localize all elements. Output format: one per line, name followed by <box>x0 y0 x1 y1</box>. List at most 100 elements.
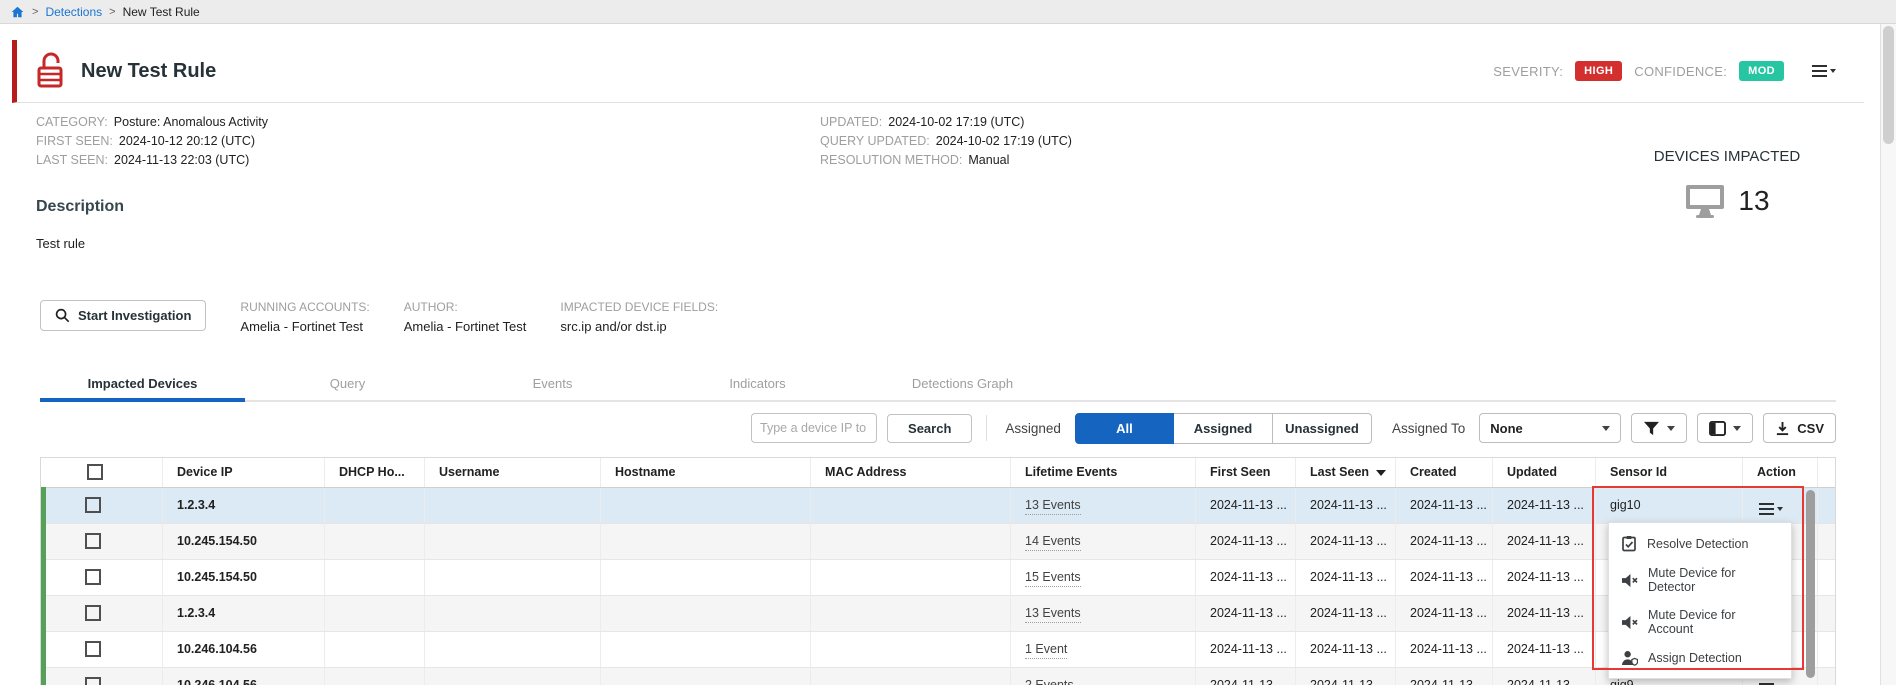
column-header-sensor-id[interactable]: Sensor Id <box>1596 458 1743 487</box>
device-ip-cell: 10.245.154.50 <box>163 523 325 559</box>
lifetime-events-link[interactable]: 13 Events <box>1025 498 1081 515</box>
confidence-badge: MOD <box>1739 61 1784 81</box>
column-header-dhcp-ho[interactable]: DHCP Ho... <box>325 458 425 487</box>
filter-button[interactable] <box>1631 413 1687 443</box>
segment-assigned[interactable]: Assigned <box>1174 413 1273 444</box>
device-ip-cell: 1.2.3.4 <box>163 487 325 523</box>
column-header-last-seen[interactable]: Last Seen <box>1296 458 1396 487</box>
segment-all[interactable]: All <box>1075 413 1174 444</box>
table-row: 10.245.154.5015 Events2024-11-13 ...2024… <box>44 559 1837 595</box>
lifetime-events-link[interactable]: 1 Event <box>1025 642 1067 659</box>
column-header-first-seen[interactable]: First Seen <box>1196 458 1296 487</box>
lifetime-events-link[interactable]: 14 Events <box>1025 534 1081 551</box>
column-header-created[interactable]: Created <box>1396 458 1493 487</box>
segment-unassigned[interactable]: Unassigned <box>1273 413 1372 444</box>
lifetime-events-cell: 15 Events <box>1011 559 1196 595</box>
meta-label: QUERY UPDATED: <box>820 134 930 148</box>
investigation-field: AUTHOR:Amelia - Fortinet Test <box>404 300 527 334</box>
open-lock-icon <box>35 52 65 90</box>
cell-first-seen: 2024-11-13 ... <box>1196 487 1296 523</box>
assigned-label: Assigned <box>1005 421 1061 436</box>
column-header-mac-address[interactable]: MAC Address <box>811 458 1011 487</box>
row-checkbox[interactable] <box>85 641 101 657</box>
menu-item-mute-device-for-account[interactable]: Mute Device for Account <box>1609 601 1791 643</box>
cell-username <box>425 523 601 559</box>
meta-label: LAST SEEN: <box>36 153 108 167</box>
meta-left: CATEGORY:Posture: Anomalous ActivityFIRS… <box>36 113 268 170</box>
meta-row: UPDATED:2024-10-02 17:19 (UTC) <box>820 113 1072 132</box>
page-scrollbar-thumb[interactable] <box>1883 26 1894 144</box>
csv-button[interactable]: CSV <box>1763 413 1836 443</box>
columns-button[interactable] <box>1697 413 1753 443</box>
cell-first-seen: 2024-11-13 ... <box>1196 631 1296 667</box>
table-row: 10.246.104.561 Event2024-11-13 ...2024-1… <box>44 631 1837 667</box>
lifetime-events-cell: 2 Events <box>1011 667 1196 685</box>
cell-first-seen: 2024-11-13 ... <box>1196 523 1296 559</box>
detection-menu-button[interactable] <box>1810 63 1838 79</box>
search-input[interactable] <box>751 413 877 443</box>
chevron-down-icon <box>1733 426 1741 431</box>
table-scrollbar-thumb[interactable] <box>1806 490 1815 678</box>
cell-last-seen: 2024-11-13 ... <box>1296 523 1396 559</box>
devices-impacted-label: DEVICES IMPACTED <box>1612 148 1842 165</box>
tab-query[interactable]: Query <box>245 368 450 402</box>
lifetime-events-link[interactable]: 15 Events <box>1025 570 1081 587</box>
column-header-hostname[interactable]: Hostname <box>601 458 811 487</box>
meta-right: UPDATED:2024-10-02 17:19 (UTC) QUERY UPDA… <box>820 113 1072 170</box>
row-action-menu-button[interactable] <box>1757 501 1785 517</box>
tab-indicators[interactable]: Indicators <box>655 368 860 402</box>
start-investigation-label: Start Investigation <box>78 308 191 323</box>
tab-events[interactable]: Events <box>450 368 655 402</box>
cell-last-seen: 2024-11-13 ... <box>1296 631 1396 667</box>
column-header-spacer <box>1818 458 1837 487</box>
cell-username <box>425 559 601 595</box>
row-checkbox[interactable] <box>85 569 101 585</box>
column-header-action[interactable]: Action <box>1743 458 1818 487</box>
severity-label: SEVERITY: <box>1493 64 1563 79</box>
severity-badge: HIGH <box>1575 61 1622 81</box>
cell-mac <box>811 523 1011 559</box>
monitor-icon <box>1684 183 1726 219</box>
detection-header: New Test Rule SEVERITY: HIGH CONFIDENCE:… <box>12 40 1864 103</box>
row-checkbox[interactable] <box>85 605 101 621</box>
meta-value: Posture: Anomalous Activity <box>114 115 268 129</box>
menu-item-label: Mute Device for Detector <box>1648 566 1779 594</box>
select-all-checkbox[interactable] <box>87 464 103 480</box>
page-scrollbar[interactable] <box>1880 24 1896 685</box>
menu-item-assign-detection[interactable]: Assign Detection <box>1609 643 1791 673</box>
chevron-down-icon <box>1667 426 1675 431</box>
cell-hostname <box>601 631 811 667</box>
lifetime-events-link[interactable]: 13 Events <box>1025 606 1081 623</box>
breadcrumb-item-detections[interactable]: Detections <box>45 5 102 19</box>
description-heading: Description <box>36 198 124 216</box>
meta-row: FIRST SEEN:2024-10-12 20:12 (UTC) <box>36 132 268 151</box>
row-checkbox[interactable] <box>85 497 101 513</box>
row-action-menu-button[interactable] <box>1757 681 1785 685</box>
column-header-updated[interactable]: Updated <box>1493 458 1596 487</box>
column-header-device-ip[interactable]: Device IP <box>163 458 325 487</box>
assigned-to-select[interactable]: None <box>1479 413 1621 443</box>
spacer-cell <box>1818 631 1837 667</box>
chevron-down-icon <box>1777 507 1783 511</box>
row-select-cell <box>44 667 163 685</box>
confidence-label: CONFIDENCE: <box>1634 64 1727 79</box>
meta-value: 2024-11-13 22:03 (UTC) <box>114 153 249 167</box>
lifetime-events-link[interactable]: 2 Events <box>1025 678 1074 685</box>
row-checkbox[interactable] <box>85 677 101 685</box>
column-header-username[interactable]: Username <box>425 458 601 487</box>
cell-username <box>425 631 601 667</box>
menu-item-resolve-detection[interactable]: Resolve Detection <box>1609 528 1791 559</box>
cell-dhcp <box>325 631 425 667</box>
start-investigation-button[interactable]: Start Investigation <box>40 300 206 331</box>
search-button[interactable]: Search <box>887 414 972 443</box>
tab-impacted-devices[interactable]: Impacted Devices <box>40 368 245 402</box>
download-icon <box>1775 421 1790 436</box>
clipboard-check-icon <box>1621 535 1637 552</box>
home-icon[interactable] <box>10 5 25 19</box>
cell-updated: 2024-11-13 <box>1493 667 1596 685</box>
column-header-lifetime-events[interactable]: Lifetime Events <box>1011 458 1196 487</box>
tab-detections-graph[interactable]: Detections Graph <box>860 368 1065 402</box>
row-checkbox[interactable] <box>85 533 101 549</box>
menu-item-mute-device-for-detector[interactable]: Mute Device for Detector <box>1609 559 1791 601</box>
menu-item-label: Assign Detection <box>1648 651 1742 665</box>
